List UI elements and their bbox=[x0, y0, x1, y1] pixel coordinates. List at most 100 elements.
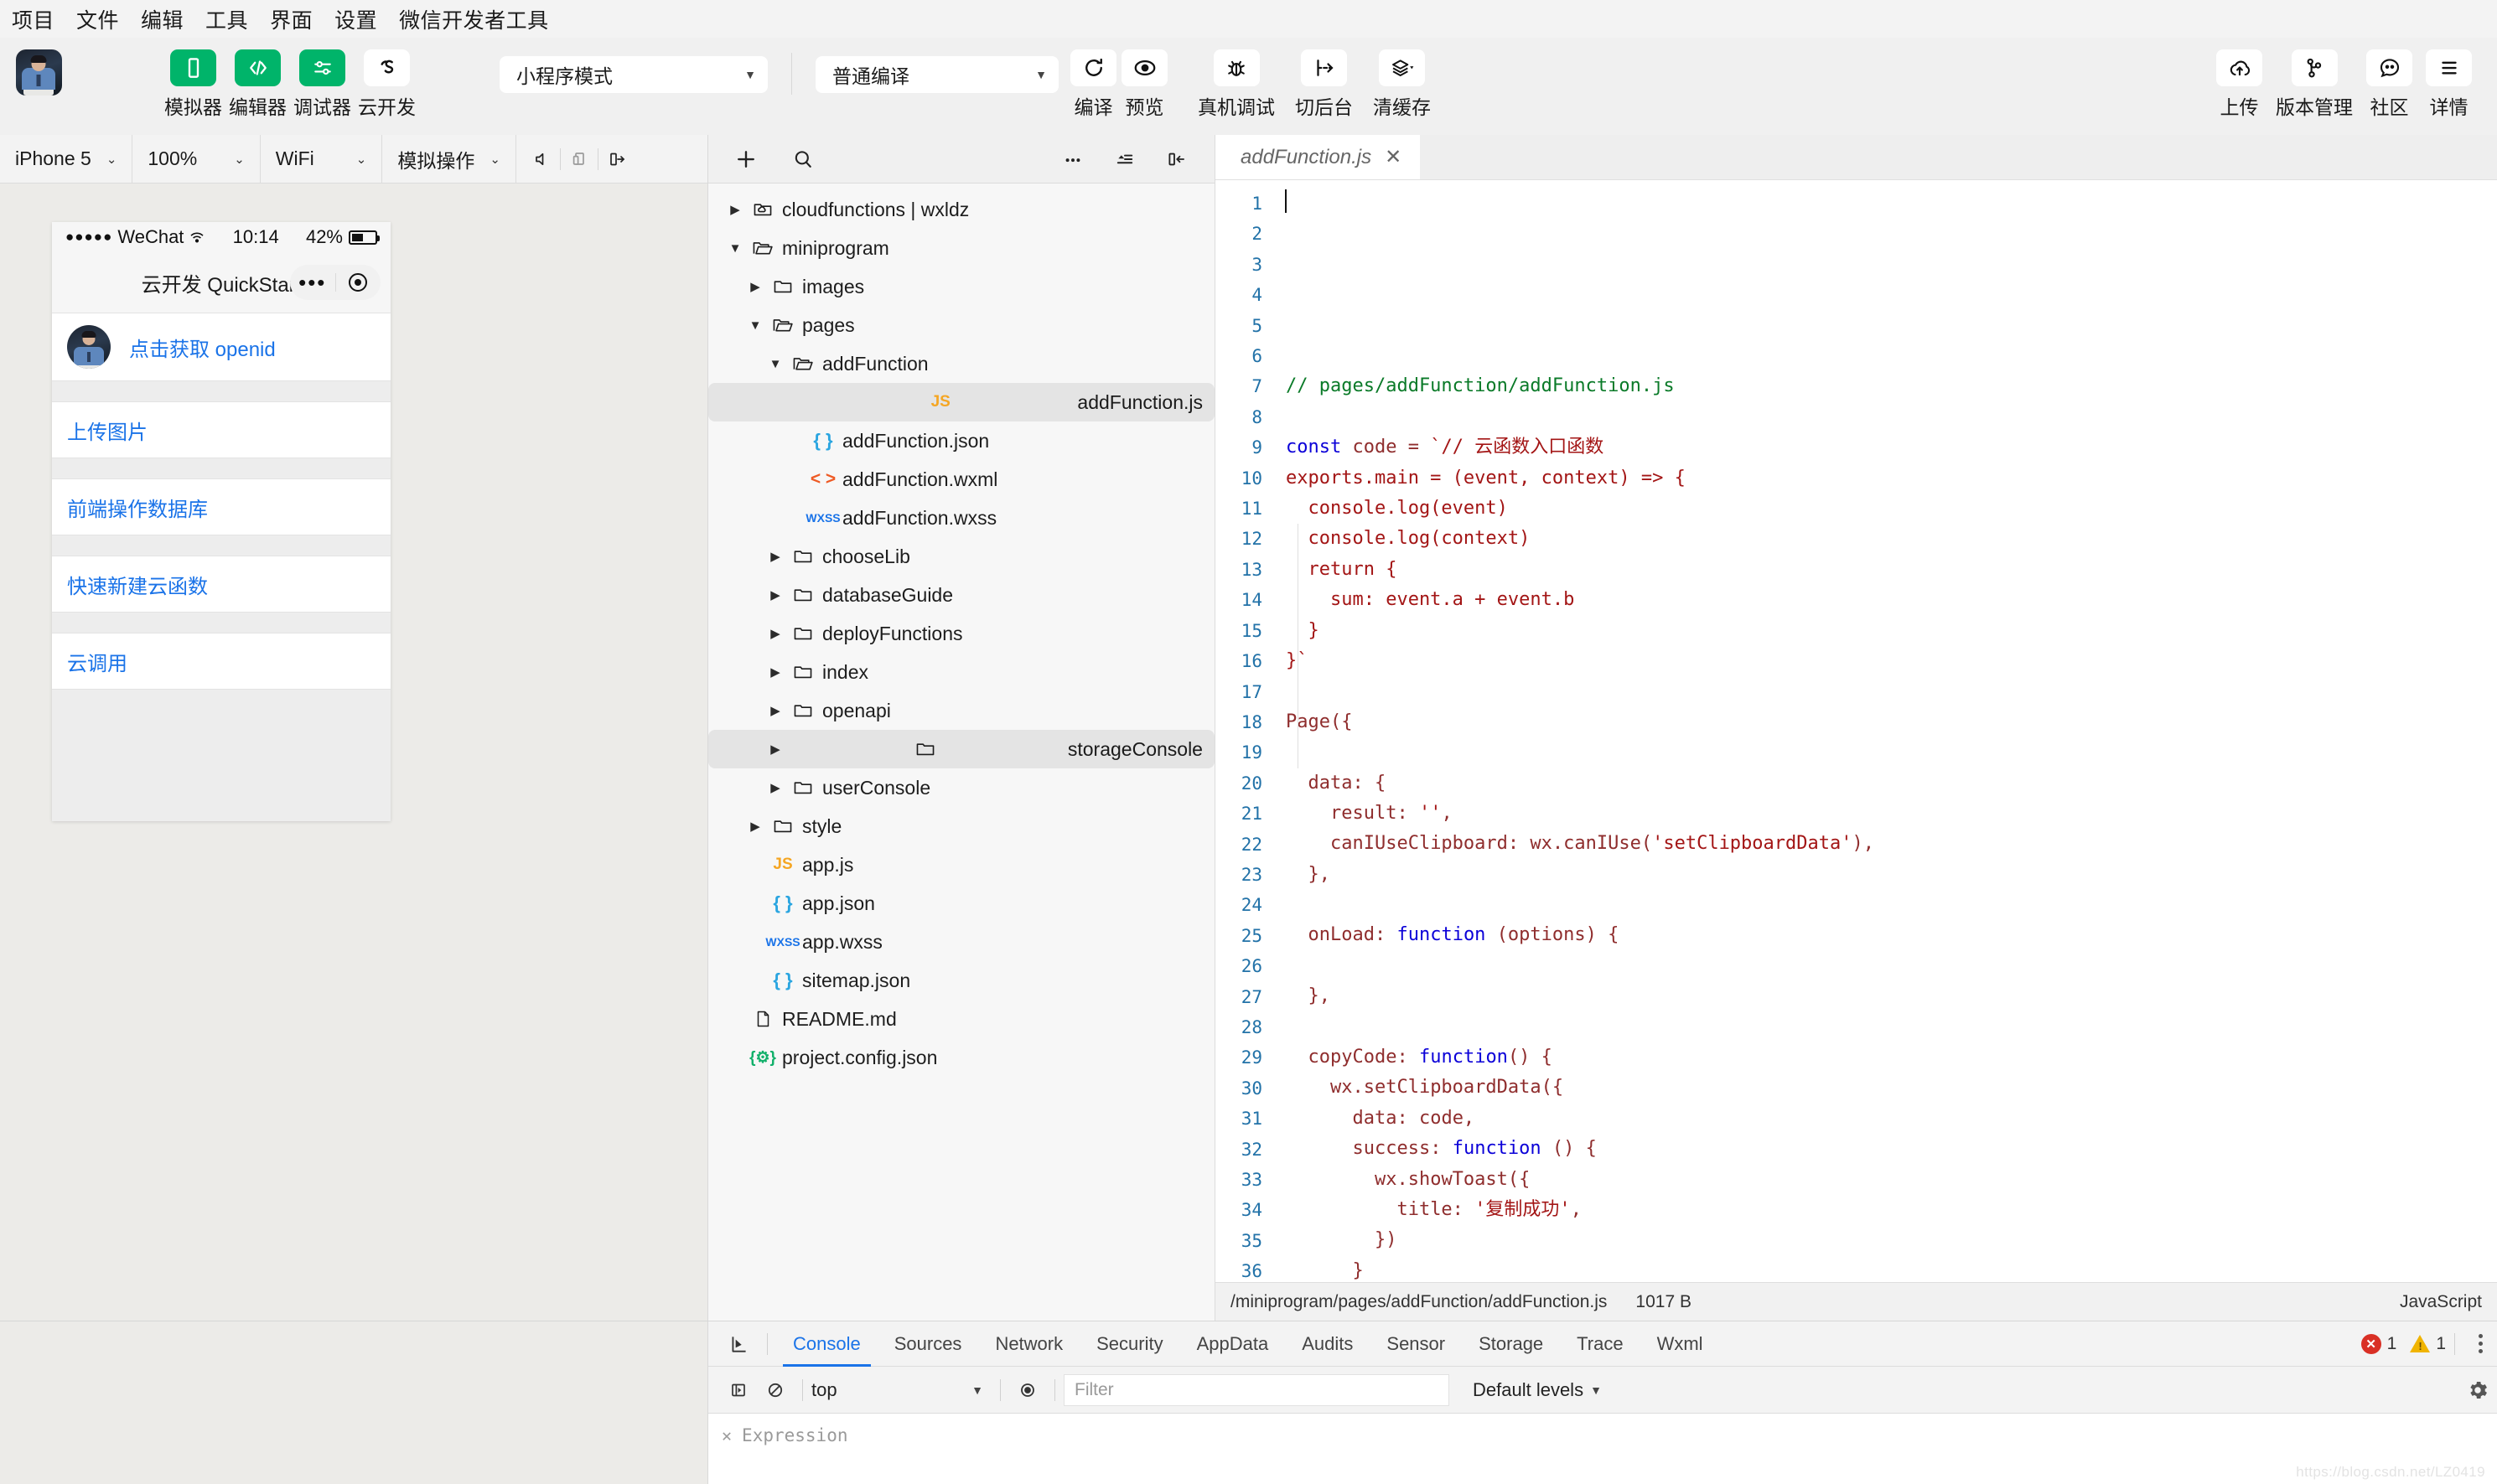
code-line[interactable] bbox=[1286, 676, 2497, 706]
list-item[interactable]: 云调用 bbox=[52, 633, 391, 690]
details-button[interactable]: 详情 bbox=[2426, 49, 2472, 120]
code-line[interactable]: }) bbox=[1286, 1225, 2497, 1255]
tab-console[interactable]: Console bbox=[776, 1321, 878, 1367]
tree-item-style[interactable]: ▶ style bbox=[708, 807, 1215, 845]
detach-icon[interactable] bbox=[598, 135, 635, 184]
console-context-select[interactable]: top ▼ bbox=[811, 1379, 992, 1401]
gear-icon[interactable] bbox=[2458, 1367, 2497, 1414]
code-line[interactable]: exports.main = (event, context) => { bbox=[1286, 463, 2497, 494]
code-line[interactable] bbox=[1286, 951, 2497, 981]
show-console-sidebar-icon[interactable] bbox=[720, 1367, 757, 1414]
upload-image-link[interactable]: 上传图片 bbox=[67, 416, 148, 445]
devtools-more-icon[interactable] bbox=[2463, 1321, 2497, 1367]
code-line[interactable]: return { bbox=[1286, 555, 2497, 585]
chevron-right-icon[interactable]: ▶ bbox=[767, 549, 784, 564]
code-line[interactable]: copyCode: function() { bbox=[1286, 1042, 2497, 1073]
tab-sensor[interactable]: Sensor bbox=[1370, 1321, 1462, 1367]
code-line[interactable] bbox=[1286, 402, 2497, 432]
code-line[interactable]: wx.showToast({ bbox=[1286, 1165, 2497, 1195]
code-line[interactable]: canIUseClipboard: wx.canIUse('setClipboa… bbox=[1286, 829, 2497, 859]
code-line[interactable]: }` bbox=[1286, 646, 2497, 676]
tab-trace[interactable]: Trace bbox=[1560, 1321, 1640, 1367]
tree-item-app.json[interactable]: ▶{ }app.json bbox=[708, 884, 1215, 923]
code-line[interactable] bbox=[1286, 737, 2497, 768]
rotate-icon[interactable] bbox=[561, 135, 598, 184]
simulate-action-select[interactable]: 模拟操作 ⌄ bbox=[382, 134, 516, 184]
chevron-right-icon[interactable]: ▶ bbox=[767, 703, 784, 718]
database-link[interactable]: 前端操作数据库 bbox=[67, 493, 208, 522]
volume-icon[interactable] bbox=[523, 135, 560, 184]
code-line[interactable]: title: '复制成功', bbox=[1286, 1195, 2497, 1225]
upload-button[interactable]: 上传 bbox=[2216, 49, 2262, 120]
network-select[interactable]: WiFi ⌄ bbox=[261, 134, 383, 184]
chevron-right-icon[interactable]: ▶ bbox=[747, 279, 764, 294]
menu-item-project[interactable]: 项目 bbox=[12, 4, 54, 34]
code-line[interactable]: wx.setClipboardData({ bbox=[1286, 1073, 2497, 1103]
code-line[interactable]: console.log(event) bbox=[1286, 494, 2497, 524]
close-icon[interactable]: ✕ bbox=[722, 1425, 732, 1445]
tree-item-sitemap.json[interactable]: ▶{ }sitemap.json bbox=[708, 961, 1215, 1000]
console-eye-icon[interactable] bbox=[1009, 1367, 1046, 1414]
menu-item-devtools[interactable]: 微信开发者工具 bbox=[399, 4, 549, 34]
code-line[interactable]: sum: event.a + event.b bbox=[1286, 585, 2497, 615]
tree-item-pages[interactable]: ▼ pages bbox=[708, 306, 1215, 344]
code-line[interactable] bbox=[1286, 890, 2497, 920]
tree-item-images[interactable]: ▶ images bbox=[708, 267, 1215, 306]
inspect-element-icon[interactable] bbox=[720, 1321, 759, 1367]
code-line[interactable]: onLoad: function (options) { bbox=[1286, 920, 2497, 950]
chevron-down-icon[interactable]: ▼ bbox=[767, 357, 784, 371]
toggle-debugger-button[interactable]: 调试器 bbox=[290, 49, 355, 120]
chevron-right-icon[interactable]: ▶ bbox=[767, 664, 784, 680]
code-line[interactable]: data: { bbox=[1286, 768, 2497, 799]
list-item[interactable]: 前端操作数据库 bbox=[52, 478, 391, 535]
new-cloud-function-link[interactable]: 快速新建云函数 bbox=[67, 570, 208, 599]
code-editor[interactable]: 1 2 3 4 5 6 7 8 9 10 11 12 13 14 15 16 17 18 19 20 21 22 23 24 2… bbox=[1215, 180, 2497, 1282]
compile-button[interactable]: 编译 bbox=[1070, 49, 1116, 120]
clear-console-icon[interactable] bbox=[757, 1367, 794, 1414]
tab-storage[interactable]: Storage bbox=[1462, 1321, 1560, 1367]
code-line[interactable]: } bbox=[1286, 1256, 2497, 1282]
tree-item-addfunction.js[interactable]: ▶JSaddFunction.js bbox=[708, 383, 1215, 421]
code-line[interactable]: }, bbox=[1286, 981, 2497, 1011]
toggle-editor-button[interactable]: 编辑器 bbox=[225, 49, 290, 120]
code-line[interactable]: result: '', bbox=[1286, 799, 2497, 829]
avatar[interactable] bbox=[15, 49, 62, 96]
background-switch-button[interactable]: 切后台 bbox=[1295, 49, 1353, 120]
chevron-right-icon[interactable]: ▶ bbox=[727, 202, 743, 217]
tree-item-addfunction.wxss[interactable]: ▶WXSSaddFunction.wxss bbox=[708, 499, 1215, 537]
code-line[interactable]: console.log(context) bbox=[1286, 524, 2497, 554]
file-tree[interactable]: ▶ cloudfunctions | wxldz ▼ miniprogram ▶ imag… bbox=[708, 184, 1215, 1321]
toggle-cloud-dev-button[interactable]: 云开发 bbox=[355, 49, 419, 120]
tree-item-deployfunctions[interactable]: ▶ deployFunctions bbox=[708, 614, 1215, 653]
tree-item-addfunction.wxml[interactable]: ▶< >addFunction.wxml bbox=[708, 460, 1215, 499]
console-output[interactable]: ✕ Expression https://blog.csdn.net/LZ041… bbox=[708, 1414, 2497, 1484]
chevron-right-icon[interactable]: ▶ bbox=[767, 780, 784, 795]
tree-item-databaseguide[interactable]: ▶ databaseGuide bbox=[708, 576, 1215, 614]
tab-appdata[interactable]: AppData bbox=[1180, 1321, 1286, 1367]
tree-item-index[interactable]: ▶ index bbox=[708, 653, 1215, 691]
compile-mode-select[interactable]: 普通编译 ▼ bbox=[816, 56, 1059, 93]
code-content[interactable]: // pages/addFunction/addFunction.js cons… bbox=[1276, 180, 2497, 1282]
chevron-right-icon[interactable]: ▶ bbox=[767, 626, 784, 641]
code-line[interactable]: data: code, bbox=[1286, 1104, 2497, 1134]
tree-item-app.js[interactable]: ▶JSapp.js bbox=[708, 845, 1215, 884]
code-line[interactable]: }, bbox=[1286, 860, 2497, 890]
zoom-select[interactable]: 100% ⌄ bbox=[132, 134, 261, 184]
menu-item-edit[interactable]: 编辑 bbox=[141, 4, 184, 34]
tree-item-openapi[interactable]: ▶ openapi bbox=[708, 691, 1215, 730]
code-line[interactable]: const code = `// 云函数入口函数 bbox=[1286, 432, 2497, 463]
version-control-button[interactable]: 版本管理 bbox=[2276, 49, 2353, 120]
chevron-right-icon[interactable]: ▶ bbox=[747, 819, 764, 834]
tab-addfunction-js[interactable]: addFunction.js ✕ bbox=[1215, 135, 1421, 179]
device-select[interactable]: iPhone 5 ⌄ bbox=[0, 134, 133, 184]
console-filter-input[interactable]: Filter bbox=[1064, 1373, 1449, 1406]
tree-item-miniprogram[interactable]: ▼ miniprogram bbox=[708, 229, 1215, 267]
code-line[interactable]: } bbox=[1286, 616, 2497, 646]
panel-toggle-icon[interactable] bbox=[1158, 135, 1196, 184]
tree-item-userconsole[interactable]: ▶ userConsole bbox=[708, 768, 1215, 807]
plus-icon[interactable] bbox=[727, 135, 765, 184]
real-device-debug-button[interactable]: 真机调试 bbox=[1198, 49, 1275, 120]
chevron-right-icon[interactable]: ▶ bbox=[767, 587, 784, 602]
wechat-capsule[interactable]: ••• bbox=[290, 265, 381, 300]
chevron-right-icon[interactable]: ▶ bbox=[767, 742, 784, 757]
